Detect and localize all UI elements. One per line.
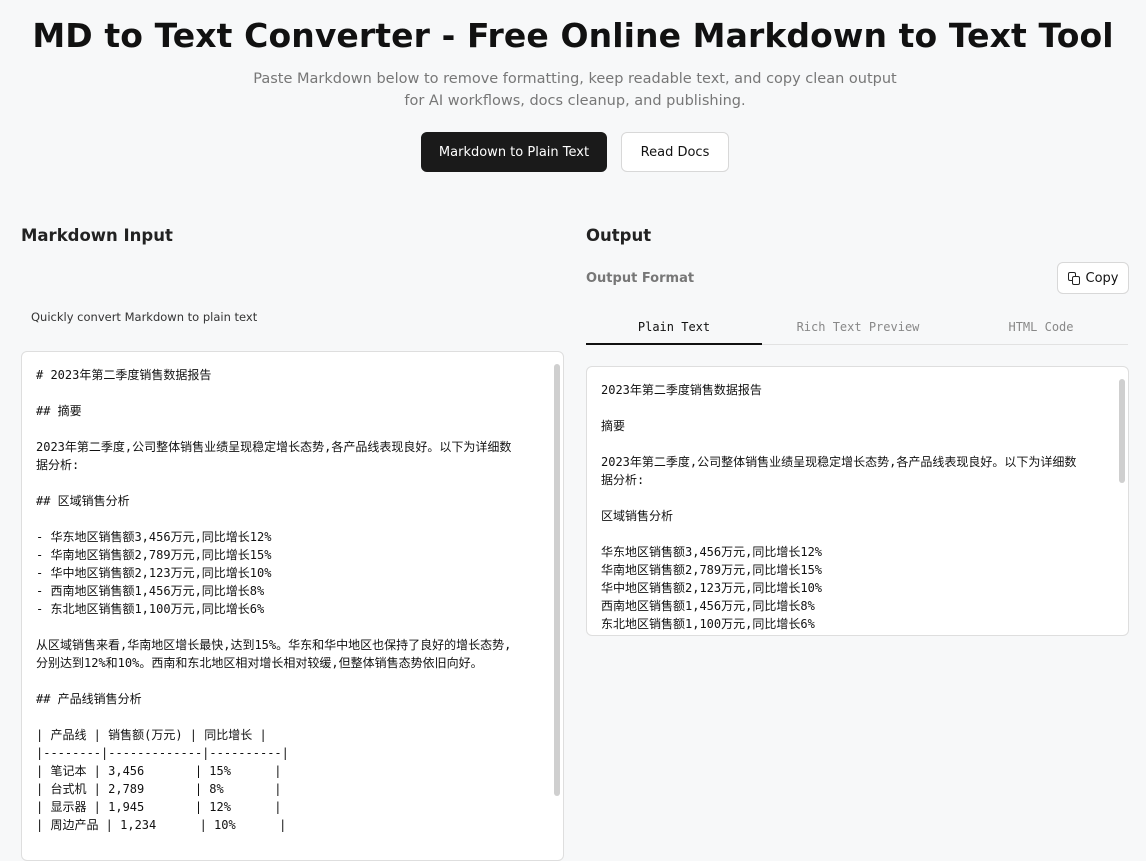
markdown-input-editor[interactable]: # 2023年第二季度销售数据报告 ## 摘要 2023年第二季度,公司整体销售… — [21, 351, 564, 861]
markdown-input-text[interactable]: # 2023年第二季度销售数据报告 ## 摘要 2023年第二季度,公司整体销售… — [22, 352, 563, 834]
tab-plain-text[interactable]: Plain Text — [586, 310, 762, 345]
input-hint: Quickly convert Markdown to plain text — [31, 310, 258, 324]
output-heading: Output — [586, 226, 652, 245]
copy-button-label: Copy — [1085, 270, 1119, 286]
copy-button[interactable]: Copy — [1057, 262, 1129, 294]
output-scrollbar[interactable] — [1119, 379, 1125, 483]
page-subtitle: Paste Markdown below to remove formattin… — [253, 71, 897, 109]
output-panel: 2023年第二季度销售数据报告 摘要 2023年第二季度,公司整体销售业绩呈现稳… — [586, 366, 1129, 636]
read-docs-button[interactable]: Read Docs — [621, 132, 729, 172]
output-text: 2023年第二季度销售数据报告 摘要 2023年第二季度,公司整体销售业绩呈现稳… — [601, 383, 1077, 631]
input-scrollbar[interactable] — [554, 364, 560, 796]
tab-html-code[interactable]: HTML Code — [954, 310, 1128, 343]
markdown-to-plain-text-button[interactable]: Markdown to Plain Text — [421, 132, 607, 172]
page-title: MD to Text Converter - Free Online Markd… — [32, 16, 1114, 55]
copy-icon — [1067, 271, 1081, 285]
output-format-label: Output Format — [586, 271, 695, 286]
markdown-input-heading: Markdown Input — [21, 226, 173, 245]
output-tabs: Plain Text Rich Text Preview HTML Code — [586, 310, 1128, 345]
tab-rich-text-preview[interactable]: Rich Text Preview — [762, 310, 954, 343]
